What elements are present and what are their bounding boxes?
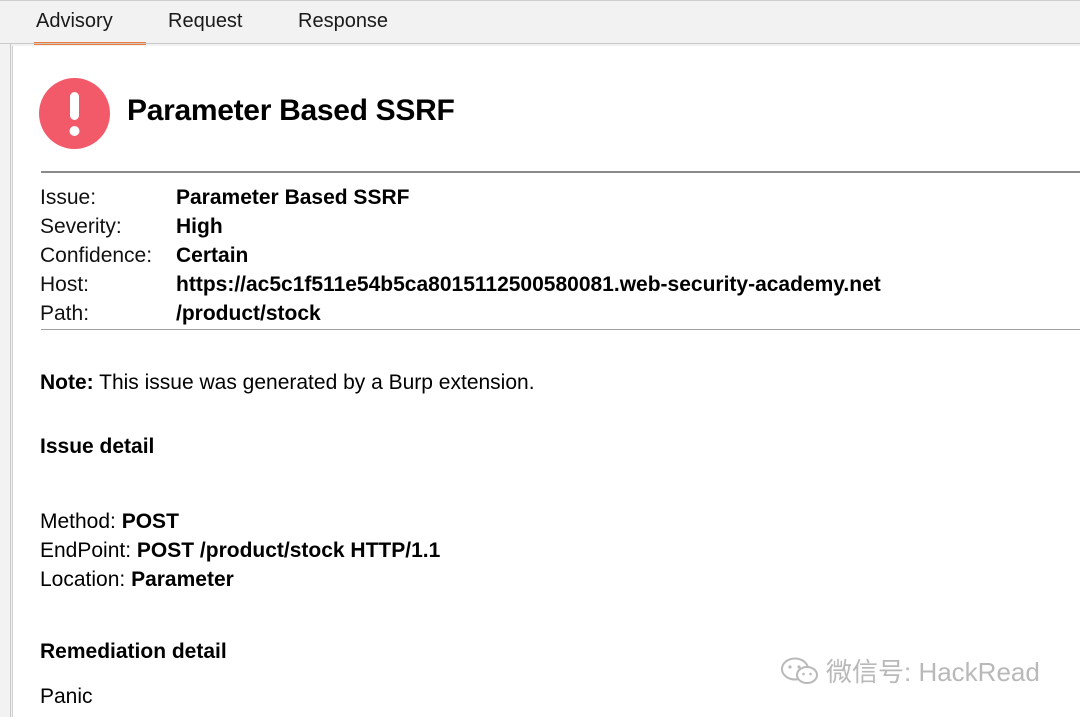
- issue-detail-heading: Issue detail: [40, 435, 155, 458]
- issue-value: Parameter Based SSRF: [176, 186, 410, 209]
- method-label: Method:: [40, 510, 122, 533]
- tab-request-label: Request: [168, 10, 243, 32]
- tab-response[interactable]: Response: [298, 9, 388, 42]
- host-value: https://ac5c1f511e54b5ca8015112500580081…: [176, 273, 881, 296]
- endpoint-value: POST /product/stock HTTP/1.1: [136, 539, 441, 562]
- watermark-text: 微信号: HackRead: [826, 657, 1040, 687]
- endpoint-label: EndPoint:: [40, 539, 137, 562]
- path-label: Path:: [40, 302, 90, 325]
- tab-divider: [0, 43, 1080, 44]
- severity-value: High: [176, 215, 223, 238]
- location-line: Location: Parameter: [40, 565, 234, 594]
- confidence-label: Confidence:: [40, 244, 153, 267]
- host-label: Host:: [40, 273, 90, 296]
- note-paragraph: Note: This issue was generated by a Burp…: [40, 368, 535, 397]
- alert-icon: [39, 78, 110, 149]
- advisory-panel: Parameter Based SSRF Issue: Parameter Ba…: [12, 46, 1080, 717]
- row-severity: Severity: High: [40, 212, 881, 241]
- method-value: POST: [121, 510, 179, 533]
- location-label: Location:: [40, 568, 132, 591]
- note-text: This issue was generated by a Burp exten…: [93, 371, 535, 394]
- row-path: Path: /product/stock: [40, 299, 881, 328]
- watermark: 微信号: HackRead: [780, 652, 1040, 689]
- left-panel-edge: [0, 0, 11, 717]
- method-line: Method: POST: [40, 507, 179, 536]
- issue-summary-table: Issue: Parameter Based SSRF Severity: Hi…: [40, 183, 881, 328]
- tab-request[interactable]: Request: [168, 9, 243, 42]
- wechat-icon: [781, 657, 818, 684]
- note-label: Note:: [40, 371, 94, 394]
- confidence-value: Certain: [176, 244, 249, 267]
- top-divider: [41, 171, 1080, 173]
- location-value: Parameter: [131, 568, 234, 591]
- tab-advisory[interactable]: Advisory: [34, 9, 146, 45]
- bottom-divider: [41, 329, 1080, 330]
- endpoint-line: EndPoint: POST /product/stock HTTP/1.1: [40, 536, 440, 565]
- issue-label: Issue:: [40, 186, 97, 209]
- row-issue: Issue: Parameter Based SSRF: [40, 183, 881, 212]
- tab-bar: Advisory Request Response: [0, 0, 1080, 45]
- row-host: Host: https://ac5c1f511e54b5ca8015112500…: [40, 270, 881, 299]
- tab-response-label: Response: [298, 10, 389, 32]
- path-value: /product/stock: [176, 302, 321, 325]
- severity-label: Severity:: [40, 215, 122, 238]
- issue-title: Parameter Based SSRF: [127, 94, 455, 127]
- row-confidence: Confidence: Certain: [40, 241, 881, 270]
- remediation-text: Panic: [40, 685, 93, 708]
- remediation-heading: Remediation detail: [40, 640, 227, 663]
- tab-advisory-label: Advisory: [36, 10, 113, 32]
